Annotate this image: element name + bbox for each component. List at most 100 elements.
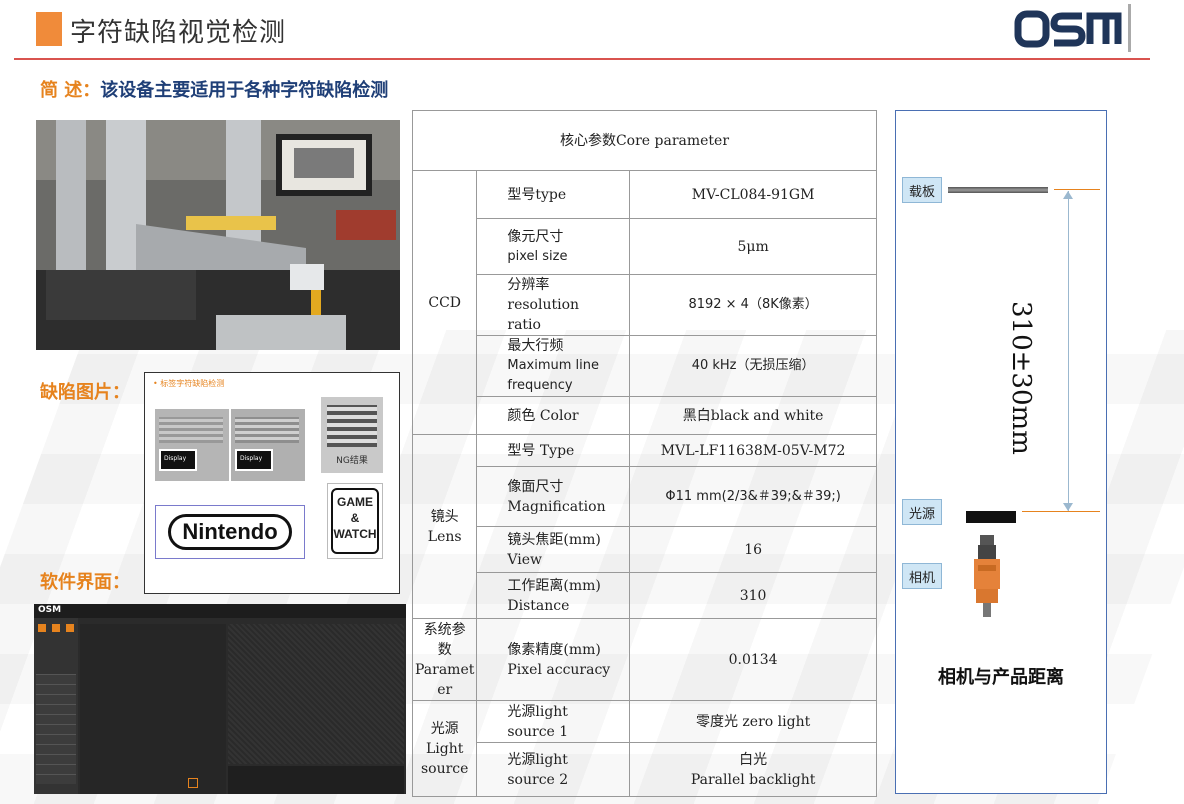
table-row: 像元尺寸 pixel size 5μm	[413, 218, 877, 275]
software-status-panel	[228, 766, 404, 794]
group-lens: 镜头 Lens	[411, 434, 478, 619]
defect-sample-2: Display	[231, 409, 305, 481]
resolution-en2: ratio	[507, 317, 541, 333]
page-title: 字符缺陷视觉检测	[70, 18, 287, 48]
param-name-type: 型号type	[476, 170, 631, 219]
game-watch-sample: GAME & WATCH	[327, 483, 383, 559]
focal-en: View	[507, 551, 542, 568]
group-light: 光源 Light source	[411, 700, 478, 797]
accuracy-en: Pixel accuracy	[507, 661, 611, 678]
resolution-en1: resolution	[507, 297, 580, 313]
param-name-lens-type: 型号 Type	[476, 434, 631, 467]
param-name-pixel-size: 像元尺寸 pixel size	[476, 218, 631, 275]
param-name-focal: 镜头焦距(mm) View	[476, 526, 631, 573]
light2-value-2: Parallel backlight	[690, 771, 816, 788]
equipment-photo	[36, 120, 400, 350]
light2-name-1: 光源light	[507, 751, 568, 768]
table-header: 核心参数Core parameter	[412, 110, 877, 171]
title-accent-block	[36, 12, 62, 46]
dimension-label: 310±30mm	[1006, 301, 1036, 455]
group-light-2: Light	[425, 740, 464, 757]
top-reference-line	[1054, 189, 1100, 190]
param-value-pixel-size: 5μm	[629, 218, 877, 275]
distance-en: Distance	[507, 597, 570, 614]
display-label-2: Display	[235, 449, 273, 471]
group-lens-cn: 镜头	[430, 508, 459, 525]
software-logo: OSM	[38, 605, 62, 615]
logo-divider	[1128, 4, 1131, 52]
param-value-line-frequency: 40 kHz（无损压缩）	[629, 335, 877, 397]
diagram-caption: 相机与产品距离	[938, 667, 1064, 688]
nintendo-text: Nintendo	[168, 514, 292, 550]
core-parameter-table: 核心参数Core parameter CCD 型号type MV-CL084-9…	[411, 110, 877, 797]
defect-sample-1: Display	[155, 409, 229, 481]
summary-line: 简 述：该设备主要适用于各种字符缺陷检测	[40, 76, 388, 102]
resolution-cn: 分辨率	[507, 277, 550, 293]
distance-cn: 工作距离(mm)	[507, 577, 601, 594]
ampersand-word: &	[350, 511, 360, 525]
table-row: 镜头焦距(mm) View 16	[413, 526, 877, 573]
group-system: 系统参 数 Paramet er	[411, 618, 478, 701]
table-row: 光源 Light source 光源light source 1 零度光 zer…	[411, 700, 877, 797]
software-interface-screenshot: OSM	[34, 604, 406, 794]
table-row: 颜色 Color 黑白black and white	[413, 396, 877, 435]
table-row: 镜头 Lens 型号 Type MVL-LF11638M-05V-M72	[411, 434, 877, 619]
group-system-1: 系统参	[423, 621, 466, 638]
table-row: 分辨率 resolution ratio 8192 × 4（8K像素）	[413, 274, 877, 336]
defect-texture-2	[235, 417, 299, 443]
dimension-arrow-up-icon	[1063, 191, 1073, 199]
table-row: 像面尺寸 Magnification Φ11 mm(2/3&＃39;&＃39;)	[413, 466, 877, 527]
param-value-accuracy: 0.0134	[629, 618, 877, 701]
magnification-en: Magnification	[507, 498, 606, 515]
table-row: 光源light source 2 白光 Parallel backlight	[413, 742, 877, 797]
light2-name-2: source 2	[507, 771, 569, 788]
light-source-bar	[966, 511, 1016, 523]
carrier-board-bar	[948, 187, 1048, 193]
param-name-distance: 工作距离(mm) Distance	[476, 572, 631, 619]
software-canvas	[80, 624, 226, 794]
param-name-light2: 光源light source 2	[476, 742, 631, 797]
tag-carrier-board: 载板	[902, 177, 942, 203]
param-value-light2: 白光 Parallel backlight	[629, 742, 877, 797]
camera-icon	[974, 535, 1000, 617]
display-text-2: Display	[240, 455, 263, 462]
defect-panel-header: • 标签字符缺陷检测	[153, 379, 225, 388]
param-value-color: 黑白black and white	[629, 396, 877, 435]
tag-light-source: 光源	[902, 499, 942, 525]
bottom-reference-line	[1022, 511, 1100, 512]
param-name-magnification: 像面尺寸 Magnification	[476, 466, 631, 527]
sidebar-icon-2	[52, 624, 60, 632]
magnification-cn: 像面尺寸	[507, 478, 564, 495]
light1-name-2: source 1	[507, 723, 569, 740]
distance-diagram: 载板 310±30mm 光源 相机 相机与产品距离	[895, 110, 1107, 794]
sidebar-list	[36, 674, 76, 784]
canvas-marker	[188, 778, 198, 788]
tag-camera: 相机	[902, 563, 942, 589]
software-menubar: OSM	[34, 604, 406, 618]
software-image-view	[228, 624, 404, 764]
table-row: 系统参 数 Paramet er 像素精度(mm) Pixel accuracy…	[411, 618, 877, 701]
line-freq-cn: 最大行频	[507, 338, 564, 354]
group-light-1: 光源	[430, 720, 459, 737]
defect-images-label: 缺陷图片：	[40, 382, 130, 403]
game-word: GAME	[337, 495, 373, 509]
param-value-resolution: 8192 × 4（8K像素）	[629, 274, 877, 336]
param-value-focal: 16	[629, 526, 877, 573]
param-name-line-frequency: 最大行频 Maximum line frequency	[476, 335, 631, 397]
equipment-photo-drawing	[36, 120, 400, 350]
defect-sample-ng: NG结果	[321, 397, 383, 473]
group-ccd: CCD	[411, 170, 478, 435]
param-value-type: MV-CL084-91GM	[629, 170, 877, 219]
group-system-3: Paramet	[415, 661, 475, 678]
summary-text: 该设备主要适用于各种字符缺陷检测	[100, 80, 389, 101]
dimension-line	[1068, 191, 1069, 511]
pixel-size-cn: 像元尺寸	[507, 228, 564, 245]
line-freq-en1: Maximum line	[507, 358, 600, 373]
line-freq-en2: frequency	[507, 378, 573, 393]
sidebar-icon-3	[66, 624, 74, 632]
param-name-accuracy: 像素精度(mm) Pixel accuracy	[476, 618, 631, 701]
sidebar-icon-1	[38, 624, 46, 632]
param-value-lens-type: MVL-LF11638M-05V-M72	[629, 434, 877, 467]
param-name-resolution: 分辨率 resolution ratio	[476, 274, 631, 336]
param-value-light1: 零度光 zero light	[629, 700, 877, 743]
